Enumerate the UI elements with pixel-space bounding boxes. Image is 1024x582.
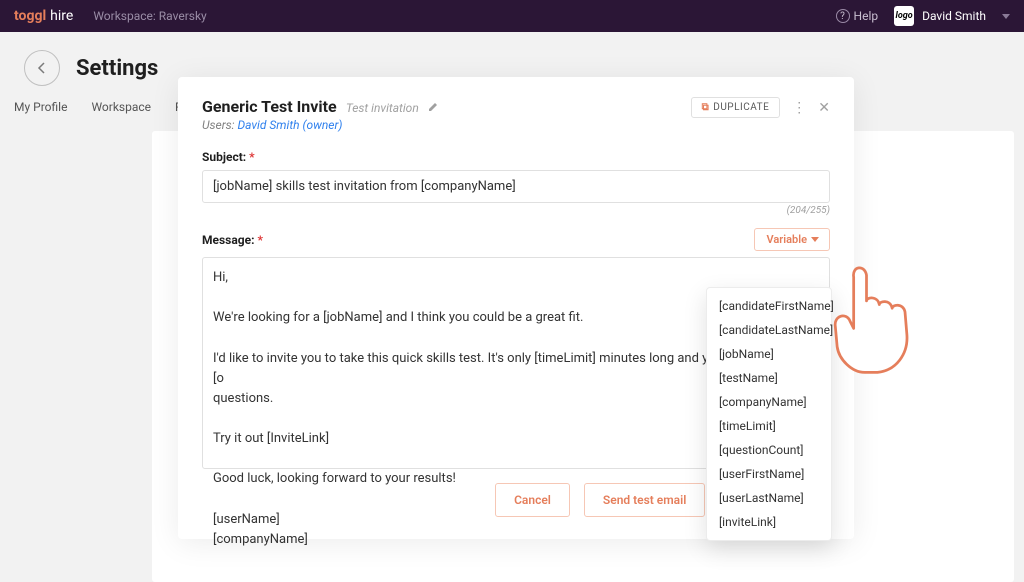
variable-label: Variable	[767, 233, 808, 246]
chevron-down-icon	[811, 237, 819, 242]
send-test-email-button[interactable]: Send test email	[584, 483, 705, 517]
duplicate-label: DUPLICATE	[713, 102, 769, 113]
workspace-label[interactable]: Workspace: Raversky	[93, 9, 206, 23]
user-name: David Smith	[922, 9, 986, 23]
close-button[interactable]: ✕	[818, 100, 830, 116]
edit-template-modal: Generic Test Invite Test invitation User…	[178, 77, 854, 539]
tab-workspace[interactable]: Workspace	[91, 100, 151, 122]
variable-option[interactable]: [userFirstName]	[707, 462, 831, 486]
modal-title: Generic Test Invite	[202, 97, 337, 116]
variable-option[interactable]: [timeLimit]	[707, 414, 831, 438]
page-title: Settings	[76, 56, 158, 81]
users-link[interactable]: David Smith (owner)	[238, 118, 343, 132]
pencil-icon	[428, 102, 438, 112]
variable-option[interactable]: [jobName]	[707, 342, 831, 366]
subject-label: Subject: *	[202, 150, 830, 164]
help-icon: ?	[836, 9, 850, 23]
users-prefix: Users:	[202, 118, 238, 132]
variable-option[interactable]: [candidateFirstName]	[707, 294, 831, 318]
modal-subtitle: Test invitation	[346, 101, 419, 115]
duplicate-icon: ⧉	[702, 102, 710, 113]
required-indicator: *	[249, 150, 254, 164]
arrow-left-icon	[36, 62, 48, 74]
help-label: Help	[854, 9, 879, 23]
variable-option[interactable]: [companyName]	[707, 390, 831, 414]
duplicate-button[interactable]: ⧉ DUPLICATE	[691, 97, 781, 118]
variable-option[interactable]: [testName]	[707, 366, 831, 390]
cancel-button[interactable]: Cancel	[495, 483, 570, 517]
variable-option[interactable]: [inviteLink]	[707, 510, 831, 534]
back-button[interactable]	[24, 50, 60, 86]
variable-option[interactable]: [questionCount]	[707, 438, 831, 462]
message-label: Message: *	[202, 233, 263, 247]
more-options-button[interactable]: ⋮	[792, 100, 806, 116]
avatar: logo	[894, 6, 914, 26]
variable-option[interactable]: [userLastName]	[707, 486, 831, 510]
variable-button[interactable]: Variable	[754, 228, 831, 251]
tab-my-profile[interactable]: My Profile	[14, 100, 67, 122]
user-menu[interactable]: logo David Smith	[894, 6, 986, 26]
variable-option[interactable]: [candidateLastName]	[707, 318, 831, 342]
brand-logo[interactable]: toggl hire	[14, 8, 73, 24]
variable-dropdown: [candidateFirstName] [candidateLastName]…	[706, 287, 832, 541]
subject-input[interactable]: [jobName] skills test invitation from [c…	[202, 170, 830, 203]
edit-title-button[interactable]	[428, 101, 438, 115]
subject-counter: (204/255)	[202, 205, 830, 216]
brand-main: toggl	[14, 8, 46, 24]
top-bar: toggl hire Workspace: Raversky ? Help lo…	[0, 0, 1024, 32]
help-link[interactable]: ? Help	[836, 9, 879, 23]
required-indicator: *	[257, 233, 262, 247]
chevron-down-icon[interactable]	[1002, 14, 1010, 19]
brand-sub: hire	[50, 8, 73, 24]
